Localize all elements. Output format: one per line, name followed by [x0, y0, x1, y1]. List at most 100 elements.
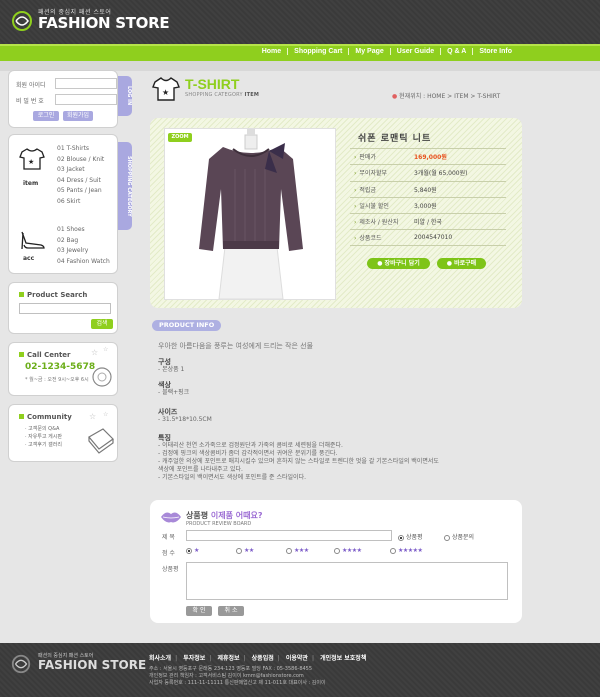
- svg-text:★: ★: [162, 88, 169, 97]
- spec-key: 적립금: [350, 185, 414, 194]
- nav-my-page[interactable]: My Page: [349, 48, 389, 55]
- add-to-cart-button[interactable]: ● 장바구니 담기: [367, 258, 430, 269]
- radio-icon: [444, 534, 450, 541]
- logo-text[interactable]: FASHION STORE: [38, 14, 170, 32]
- top-nav: Home Shopping Cart My Page User Guide Q …: [0, 44, 600, 61]
- category-item-skirt[interactable]: 06 Skirt: [57, 197, 104, 208]
- category-acc-jewelry[interactable]: 03 Jewelry: [57, 246, 110, 257]
- star-icon: ★★: [244, 547, 254, 554]
- nav-home[interactable]: Home: [256, 48, 287, 55]
- bullet-icon: [19, 414, 24, 419]
- footer-link-privacy[interactable]: 개인정보 보호정책: [320, 655, 366, 662]
- cancel-review-button[interactable]: 취 소: [218, 606, 244, 616]
- category-acc-bag[interactable]: 02 Bag: [57, 236, 110, 247]
- login-tab[interactable]: LOG IN: [118, 76, 132, 116]
- score-option-4[interactable]: ★★★★: [334, 547, 362, 554]
- search-title: Product Search: [27, 291, 88, 299]
- product-search-panel: Product Search 검색: [8, 282, 118, 334]
- nav-shopping-cart[interactable]: Shopping Cart: [288, 48, 348, 55]
- zoom-button[interactable]: ZOOM: [168, 133, 192, 142]
- tshirt-heading-icon: ★: [152, 77, 180, 101]
- footer-link-partner[interactable]: 제휴정보: [217, 655, 239, 662]
- footer-link-terms[interactable]: 이용약관: [286, 655, 308, 662]
- join-button[interactable]: 회원가입: [63, 111, 93, 121]
- login-button[interactable]: 로그인: [33, 111, 59, 121]
- radio-icon: [186, 547, 192, 554]
- score-option-1[interactable]: ★: [186, 547, 199, 554]
- footer-link-about[interactable]: 회사소개: [149, 655, 171, 662]
- star-icon: ★★★★: [342, 547, 362, 554]
- category-acc-shoes[interactable]: 01 Shoes: [57, 225, 110, 236]
- login-panel: 회원 아이디 비 밀 번 호 로그인 회원가입: [8, 70, 118, 128]
- footer-divider: |: [243, 655, 246, 662]
- page-title: T-SHIRT: [185, 76, 240, 92]
- shopping-category-tab[interactable]: SHOPPING CATEGORY: [118, 142, 132, 230]
- logo-swirl-icon: [12, 11, 32, 31]
- submit-review-button[interactable]: 확 인: [186, 606, 212, 616]
- nav-store-info[interactable]: Store Info: [473, 48, 518, 55]
- community-link-board[interactable]: · 자유투고 게시판: [25, 433, 62, 441]
- type-option-review[interactable]: 상품평: [398, 532, 423, 541]
- info-section: 색상 - 블랙+핑크: [158, 381, 528, 397]
- type-label: 상품문의: [452, 534, 475, 541]
- category-item-dress-suit[interactable]: 04 Dress / Suit: [57, 176, 104, 187]
- score-option-3[interactable]: ★★★: [286, 547, 309, 554]
- score-option-5[interactable]: ★★★★★: [390, 547, 423, 554]
- bullet-icon: [19, 292, 24, 297]
- footer-divider: |: [311, 655, 314, 662]
- search-button[interactable]: 검색: [91, 319, 113, 329]
- category-item-pants-jean[interactable]: 05 Pants / Jean: [57, 186, 104, 197]
- product-info-tag: PRODUCT INFO: [152, 320, 222, 331]
- spec-price: 169,000원: [414, 154, 447, 162]
- search-input[interactable]: [19, 303, 111, 314]
- spec-value: 3,000원: [414, 203, 437, 211]
- id-input[interactable]: [55, 78, 117, 89]
- high-heel-icon: [21, 231, 45, 250]
- info-section: 구성 - 본상품 1: [158, 358, 528, 374]
- footer-divider: |: [209, 655, 212, 662]
- category-item-jacket[interactable]: 03 Jacket: [57, 165, 104, 176]
- subject-input[interactable]: [186, 530, 392, 541]
- call-center-panel: Call Center 02-1234-5678 * 월~금 : 오전 9시~오…: [8, 342, 118, 396]
- spec-row: 적립금5,840원: [350, 180, 506, 197]
- community-link-qa[interactable]: · 고객문의 Q&A: [25, 425, 62, 433]
- spec-value: 5,840원: [414, 186, 437, 194]
- nav-qa[interactable]: Q & A: [441, 48, 472, 55]
- spec-row: 판매가169,000원: [350, 148, 506, 164]
- score-option-2[interactable]: ★★: [236, 547, 254, 554]
- radio-icon: [286, 547, 292, 554]
- type-option-inquiry[interactable]: 상품문의: [444, 532, 474, 541]
- footer-link-entry[interactable]: 상품입점: [252, 655, 274, 662]
- info-heading: 색상: [158, 381, 171, 389]
- category-acc-fashion-watch[interactable]: 04 Fashion Watch: [57, 257, 110, 268]
- product-image[interactable]: [164, 128, 336, 300]
- info-line: 색상에 포인트를 나타내주고 있다.: [158, 466, 243, 473]
- id-label: 회원 아이디: [16, 82, 46, 89]
- svg-text:☆: ☆: [91, 348, 98, 357]
- cart-label: 장바구니 담기: [384, 260, 420, 267]
- footer-divider: |: [175, 655, 178, 662]
- spec-key: 판매가: [350, 152, 414, 161]
- community-link-gallery[interactable]: · 고객후기 갤러리: [25, 441, 62, 449]
- spec-row: 무이자할부3개월(월 65,000원): [350, 164, 506, 180]
- password-input[interactable]: [55, 94, 117, 105]
- spec-value: 3개월(월 65,000원): [414, 170, 468, 178]
- footer-address: 주소 : 서울시 영등포구 문래동 234-123 영등포 빌딩 FAX : 0…: [149, 666, 326, 687]
- category-item-blouse-knit[interactable]: 02 Blouse / Knit: [57, 155, 104, 166]
- footer-link-invest[interactable]: 투자정보: [183, 655, 205, 662]
- svg-text:☆: ☆: [103, 346, 108, 353]
- svg-text:☆: ☆: [89, 412, 96, 421]
- buy-now-button[interactable]: ● 바로구매: [437, 258, 486, 269]
- nav-user-guide[interactable]: User Guide: [391, 48, 440, 55]
- call-hours: * 월~금 : 오전 9시~오후 6시: [25, 377, 89, 383]
- radio-icon: [236, 547, 242, 554]
- info-heading: 구성: [158, 358, 171, 366]
- spec-value: 미얄 / 한국: [414, 219, 442, 227]
- category-item-tshirts[interactable]: 01 T-Shirts: [57, 144, 104, 155]
- spec-key: 일시불 할인: [350, 201, 414, 210]
- spec-key: 상품코드: [350, 233, 414, 242]
- review-form: 상품평 이제품 어때요? PRODUCT REVIEW BOARD 제 목 상품…: [150, 500, 522, 623]
- review-body-textarea[interactable]: [186, 562, 508, 600]
- community-panel: Community · 고객문의 Q&A · 자유투고 게시판 · 고객후기 갤…: [8, 404, 118, 462]
- star-icon: ★★★★★: [398, 547, 423, 554]
